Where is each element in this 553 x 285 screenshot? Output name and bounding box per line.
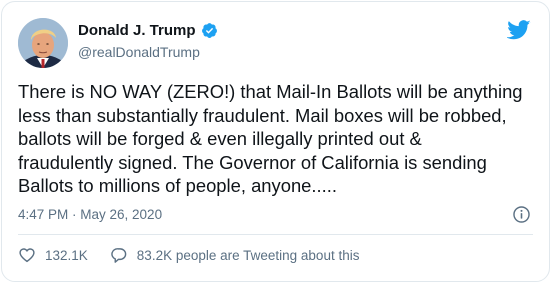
display-name[interactable]: Donald J. Trump	[78, 22, 196, 39]
divider	[18, 234, 533, 235]
tweeting-about-link[interactable]: 83.2K people are Tweeting about this	[110, 246, 360, 264]
info-icon[interactable]	[512, 205, 531, 224]
speech-bubble-icon	[111, 248, 127, 263]
heart-icon	[19, 248, 35, 263]
user-handle[interactable]: @realDonaldTrump	[78, 44, 200, 60]
tweet-actions: 132.1K 83.2K people are Tweeting about t…	[18, 246, 359, 264]
tweet-card[interactable]: Donald J. Trump @realDonaldTrump There i…	[1, 1, 550, 282]
tweeting-about-label: 83.2K people are Tweeting about this	[136, 247, 360, 263]
twitter-bird-icon[interactable]	[507, 20, 531, 40]
like-count: 132.1K	[45, 247, 88, 263]
avatar[interactable]	[18, 18, 68, 68]
like-button[interactable]: 132.1K	[18, 246, 88, 264]
tweet-timestamp[interactable]: 4:47 PM · May 26, 2020	[18, 207, 162, 222]
avatar-image	[18, 18, 68, 68]
verified-badge-icon	[201, 23, 217, 38]
tweet-text: There is NO WAY (ZERO!) that Mail-In Bal…	[18, 81, 523, 197]
author-name-row[interactable]: Donald J. Trump	[78, 22, 218, 39]
